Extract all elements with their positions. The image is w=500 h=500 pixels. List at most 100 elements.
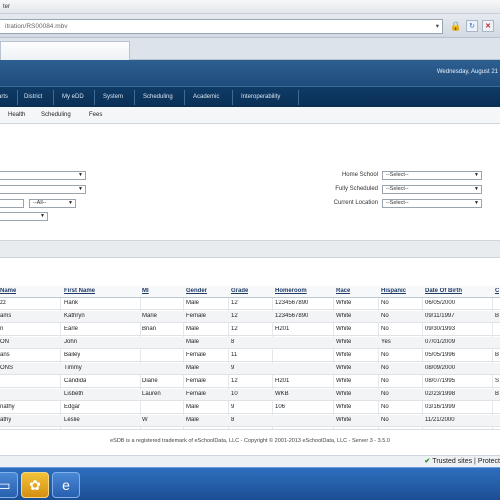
cell-hispanic: No bbox=[381, 391, 389, 397]
cell-race: White bbox=[336, 326, 352, 332]
column-header-race[interactable]: Race bbox=[336, 288, 350, 294]
cell-grade: 11 bbox=[231, 352, 238, 358]
url-field[interactable]: itration/RS00084.mbv ▾ bbox=[0, 19, 443, 34]
cell-date-of-birth: 11/21/2000 bbox=[425, 417, 455, 423]
criteria-select-2[interactable]: ▼ bbox=[0, 185, 86, 194]
table-row[interactable]: Lisbeth Lauren Female 10 WKB White No 02/23/199… bbox=[0, 389, 500, 401]
search-panel: ▼ ▼ --All-- ▼ ▼ Home School --Select-- ▼ F… bbox=[0, 124, 500, 240]
current-location-select[interactable]: --Select-- ▼ bbox=[382, 199, 482, 208]
cell-homeroom: 1234567890 bbox=[275, 300, 309, 306]
cell-date-of-birth: 09/30/1993 bbox=[425, 326, 456, 332]
browser-status-bar: ✔ Trusted sites | Protect bbox=[0, 455, 500, 467]
nav-item-academic[interactable]: Academic bbox=[193, 94, 219, 100]
nav-separator bbox=[53, 90, 54, 105]
cell-race: White bbox=[336, 378, 352, 384]
security-zone[interactable]: ✔ Trusted sites | Protect bbox=[424, 457, 500, 465]
cell-homeroom: 1234567890 bbox=[275, 313, 309, 319]
cell-last-name: athy bbox=[0, 417, 12, 423]
table-row[interactable]: ans Bailey Female 11 White No 05/05/1996 B bbox=[0, 350, 500, 362]
taskbar-button-browser[interactable]: e bbox=[52, 472, 80, 498]
stop-icon[interactable]: ✕ bbox=[482, 20, 494, 32]
criteria-input[interactable] bbox=[0, 199, 24, 208]
chevron-down-icon: ▼ bbox=[474, 200, 479, 206]
cell-gender: Male bbox=[186, 365, 200, 371]
tab-bar bbox=[0, 38, 500, 60]
cell-mi: Brian bbox=[142, 326, 157, 332]
nav-item-reports[interactable]: arts bbox=[0, 94, 8, 100]
cell-last-name: ams bbox=[0, 313, 12, 319]
fully-scheduled-select[interactable]: --Select-- ▼ bbox=[382, 185, 482, 194]
cell-gender: Male bbox=[186, 326, 200, 332]
browser-tab[interactable] bbox=[0, 41, 130, 60]
current-location-value: --Select-- bbox=[386, 200, 409, 206]
column-header-hispanic[interactable]: Hispanic bbox=[381, 288, 406, 294]
table-row[interactable]: athy Leslie W Male 8 White No 11/21/2000 bbox=[0, 415, 500, 427]
column-header-gender[interactable]: Gender bbox=[186, 288, 207, 294]
table-row[interactable]: Candida Diane Female 12 H201 White No 08/07/199… bbox=[0, 376, 500, 388]
cell-grade: 10 bbox=[231, 391, 238, 397]
refresh-icon[interactable]: ↻ bbox=[466, 20, 478, 32]
cell-hispanic: No bbox=[381, 365, 389, 371]
taskbar-button-folder[interactable]: ▭ bbox=[0, 472, 18, 498]
taskbar: ▭ ✿ e bbox=[0, 467, 500, 500]
page-footer: eSDB is a registered trademark of eSchoo… bbox=[0, 429, 500, 455]
cell-homeroom: 106 bbox=[275, 404, 286, 410]
cell-gender: Male bbox=[186, 300, 200, 306]
grid-header-row: Name First Name MI Gender Grade Homeroom… bbox=[0, 286, 500, 298]
lock-icon[interactable]: 🔒 bbox=[450, 20, 462, 32]
table-row[interactable]: zz Hank Male 12 1234567890 White No 06/05/2000 bbox=[0, 298, 500, 310]
cell-homeroom: H201 bbox=[275, 378, 290, 384]
cell-first-name: Leslie bbox=[64, 417, 80, 423]
column-header-last-name[interactable]: Name bbox=[0, 288, 16, 294]
cell-race: White bbox=[336, 404, 352, 410]
cell-race: White bbox=[336, 313, 352, 319]
app-icon: ✿ bbox=[29, 477, 41, 493]
criteria-select-3[interactable]: ▼ bbox=[0, 212, 48, 221]
column-header-grade[interactable]: Grade bbox=[231, 288, 248, 294]
cell-first-name: Earle bbox=[64, 326, 79, 332]
cell-date-of-birth: 06/05/2000 bbox=[425, 300, 456, 306]
cell-date-of-birth: 05/05/1996 bbox=[425, 352, 456, 358]
cell-date-of-birth: 07/01/2009 bbox=[425, 339, 456, 345]
table-row[interactable]: ON John Male 8 White Yes 07/01/2009 bbox=[0, 337, 500, 349]
subnav-item-fees[interactable]: Fees bbox=[89, 112, 102, 118]
column-header-mi[interactable]: MI bbox=[142, 288, 149, 294]
column-header-first-name[interactable]: First Name bbox=[64, 288, 95, 294]
table-row[interactable]: n Earle Brian Male 12 H201 White No 09/30/1993 bbox=[0, 324, 500, 336]
cell-first-name: Candida bbox=[64, 378, 87, 384]
main-nav: arts District My eDD System Scheduling A… bbox=[0, 86, 500, 107]
nav-item-scheduling[interactable]: Scheduling bbox=[143, 94, 173, 100]
criteria-select-all[interactable]: --All-- ▼ bbox=[29, 199, 76, 208]
taskbar-button-app[interactable]: ✿ bbox=[21, 472, 49, 498]
cell-grade: 9 bbox=[231, 365, 235, 371]
subnav-item-scheduling[interactable]: Scheduling bbox=[41, 112, 71, 118]
cell-mi: W bbox=[142, 417, 148, 423]
nav-item-interoperability[interactable]: Interoperability bbox=[241, 94, 280, 100]
table-row[interactable]: ONS Timmy Male 9 White No 08/09/2000 bbox=[0, 363, 500, 375]
cell-first-name: Edgar bbox=[64, 404, 81, 410]
current-location-label: Current Location bbox=[333, 200, 378, 206]
nav-item-system[interactable]: System bbox=[103, 94, 123, 100]
column-header-homeroom[interactable]: Homeroom bbox=[275, 288, 307, 294]
nav-item-my-edd[interactable]: My eDD bbox=[62, 94, 84, 100]
column-header-date-of-birth[interactable]: Date Of Birth bbox=[425, 288, 462, 294]
cell-mi: Diane bbox=[142, 378, 158, 384]
table-row[interactable]: ams Kathryn Marie Female 12 1234567890 White No… bbox=[0, 311, 500, 323]
criteria-select-1[interactable]: ▼ bbox=[0, 171, 86, 180]
table-row[interactable]: nathy Edgar Male 9 106 White No 03/16/1999 bbox=[0, 402, 500, 414]
cell-first-name: Bailey bbox=[64, 352, 81, 358]
cell-homeroom: WKB bbox=[275, 391, 289, 397]
home-school-value: --Select-- bbox=[386, 172, 409, 178]
nav-item-district[interactable]: District bbox=[24, 94, 42, 100]
nav-separator bbox=[298, 90, 299, 105]
chevron-down-icon[interactable]: ▾ bbox=[436, 20, 439, 33]
spacer bbox=[0, 258, 500, 286]
cell-race: White bbox=[336, 339, 352, 345]
nav-separator bbox=[94, 90, 95, 105]
cell-grade: 12 bbox=[231, 313, 238, 319]
subnav-item-health[interactable]: Health bbox=[8, 112, 25, 118]
cell-c: B bbox=[495, 391, 500, 397]
column-header-c[interactable]: C bbox=[495, 288, 499, 294]
cell-date-of-birth: 03/16/1999 bbox=[425, 404, 456, 410]
home-school-select[interactable]: --Select-- ▼ bbox=[382, 171, 482, 180]
